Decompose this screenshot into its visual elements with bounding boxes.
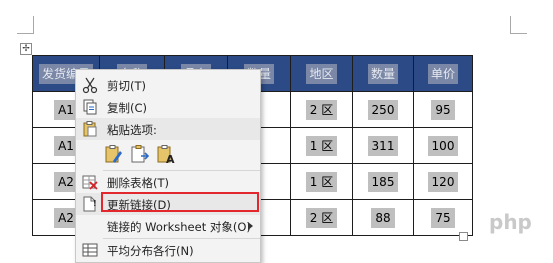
distribute-rows-icon	[81, 241, 99, 259]
cell-value: 185	[367, 171, 399, 192]
paste-link-icon[interactable]	[129, 143, 151, 165]
submenu-arrow-icon	[248, 222, 253, 230]
table-resize-handle[interactable]	[459, 232, 468, 241]
update-link-highlight-box	[101, 192, 259, 212]
clipboard-icon	[81, 120, 99, 138]
cell-value: 2 区	[305, 100, 338, 120]
menu-section-paste-options: 粘贴选项:	[76, 118, 260, 140]
table-cell[interactable]: 185	[352, 163, 414, 200]
svg-text:!: !	[93, 199, 97, 208]
cell-value: 100	[427, 135, 459, 156]
table-cell[interactable]: 2 区	[290, 91, 353, 128]
menu-item-label: 删除表格(T)	[107, 176, 169, 190]
menu-item-delete-table[interactable]: 删除表格(T)	[76, 171, 260, 193]
table-cell[interactable]: 120	[413, 163, 473, 200]
svg-text:A: A	[166, 153, 175, 165]
table-cell[interactable]: 75	[413, 199, 473, 236]
table-cell[interactable]: 1 区	[290, 127, 353, 164]
header-cell[interactable]: 地区	[290, 55, 353, 92]
table-cell[interactable]: 250	[352, 91, 414, 128]
menu-item-label: 剪切(T)	[107, 79, 146, 93]
header-label: 单价	[427, 64, 458, 84]
cell-value: 2 区	[305, 208, 338, 228]
table-cell[interactable]: 311	[352, 127, 414, 164]
page-corner-mark-right	[510, 16, 527, 34]
scissors-icon	[81, 76, 99, 94]
menu-item-linked-worksheet-object[interactable]: 链接的 Worksheet 对象(O)	[76, 215, 260, 237]
paste-options-heading: 粘贴选项:	[107, 123, 157, 137]
cell-value: 95	[431, 99, 455, 120]
table-cell[interactable]: 100	[413, 127, 473, 164]
cell-value: 1 区	[305, 136, 338, 156]
menu-item-distribute-rows[interactable]: 平均分布各行(N)	[76, 239, 260, 261]
header-cell[interactable]: 数量	[352, 55, 414, 92]
delete-table-icon	[81, 173, 99, 191]
table-cell[interactable]: 1 区	[290, 163, 353, 200]
menu-item-cut[interactable]: 剪切(T)	[76, 74, 260, 96]
cell-value: 311	[367, 135, 399, 156]
cell-value: 250	[367, 99, 399, 120]
paste-keep-source-formatting-icon[interactable]	[103, 143, 125, 165]
context-menu: 剪切(T) 复制(C) 粘贴选项: A 删除表格(T) ! 更新链接(D) 链接…	[75, 69, 261, 263]
table-cell[interactable]: 88	[352, 199, 414, 236]
menu-item-copy[interactable]: 复制(C)	[76, 96, 260, 118]
menu-item-label: 链接的 Worksheet 对象(O)	[107, 220, 251, 234]
menu-item-label: 平均分布各行(N)	[107, 244, 194, 258]
update-link-icon: !	[81, 195, 99, 213]
header-label: 地区	[306, 64, 337, 84]
copy-icon	[81, 98, 99, 116]
page-corner-mark-left	[17, 16, 34, 34]
cell-value: 120	[427, 171, 459, 192]
header-cell[interactable]: 单价	[413, 55, 473, 92]
table-cell[interactable]: 2 区	[290, 199, 353, 236]
menu-item-label: 复制(C)	[107, 101, 148, 115]
header-label: 数量	[367, 64, 398, 84]
cell-value: 1 区	[305, 172, 338, 192]
watermark-text: php	[489, 210, 532, 234]
cell-value: 75	[431, 207, 455, 228]
document-canvas: ✢ 发货编号 名称 品名 数量 地区 数量 单价 A1 2 区 250 95 A…	[0, 0, 553, 263]
paste-text-only-icon[interactable]: A	[155, 143, 177, 166]
table-move-handle-icon[interactable]: ✢	[20, 43, 32, 55]
table-cell[interactable]: 95	[413, 91, 473, 128]
cell-value: 88	[371, 207, 395, 228]
